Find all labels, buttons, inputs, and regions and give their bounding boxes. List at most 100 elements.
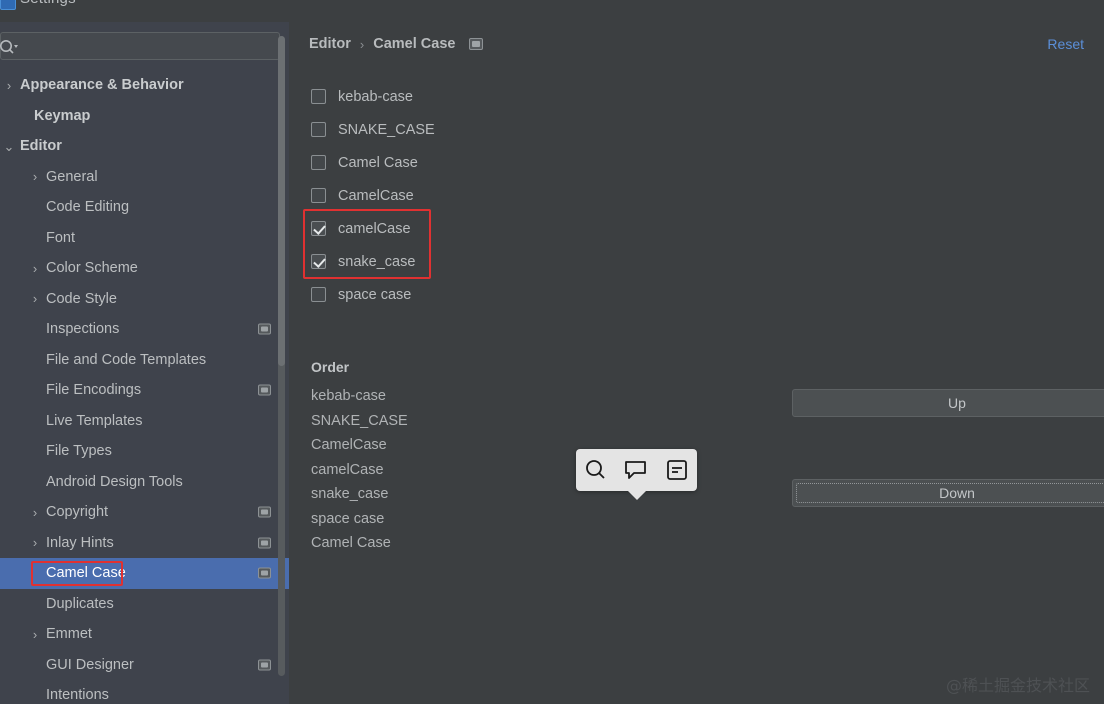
sidebar-item-label: Color Scheme [46,260,138,277]
checkbox-label: kebab-case [338,88,413,105]
sidebar-item-emmet[interactable]: › Emmet [0,619,289,650]
checkbox-row[interactable]: snake_case [311,245,435,278]
order-list-item[interactable]: kebab-case [311,388,408,413]
watermark: @稀土掘金技术社区 [945,676,1090,695]
selection-popup-toolbar[interactable] [576,449,697,491]
checkbox-row[interactable]: space case [311,278,435,311]
reset-link[interactable]: Reset [1047,36,1084,52]
sidebar-item-label: General [46,168,98,185]
sidebar-item-file-types[interactable]: File Types [0,436,289,467]
sidebar-item-inlay-hints[interactable]: › Inlay Hints [0,528,289,559]
order-list-item[interactable]: SNAKE_CASE [311,413,408,438]
sidebar-item-label: Camel Case [46,565,126,582]
checkbox-row[interactable]: kebab-case [311,80,435,113]
sidebar-item-label: Editor [20,138,62,155]
checkbox-label: camelCase [338,220,411,237]
sidebar-item-label: Copyright [46,504,109,521]
app-icon [0,0,16,10]
sidebar-item-label: File Types [46,443,112,460]
sidebar-item-file-and-code-templates[interactable]: File and Code Templates [0,345,289,376]
sidebar-item-label: Keymap [34,107,91,124]
sidebar-item-label: Inspections [46,321,120,338]
sidebar-item-label: File Encodings [46,382,142,399]
search-icon [0,38,19,56]
sidebar-scrollbar-thumb[interactable] [278,36,285,366]
checkbox-snake-case[interactable] [311,122,326,137]
checkbox-camelcase[interactable] [311,221,326,236]
sidebar-item-code-editing[interactable]: Code Editing [0,192,289,223]
checkbox-kebab-case[interactable] [311,89,326,104]
case-options-list: kebab-case SNAKE_CASE Camel Case CamelCase c… [303,80,435,311]
sidebar-item-copyright[interactable]: › Copyright [0,497,289,528]
checkbox-space-case[interactable] [311,287,326,302]
order-list-item[interactable]: CamelCase [311,437,408,462]
project-scope-icon [258,537,271,549]
sidebar-item-duplicates[interactable]: Duplicates [0,589,289,620]
order-list-item[interactable]: camelCase [311,462,408,487]
checkbox-label: snake_case [338,253,416,270]
sidebar-item-label: Live Templates [46,412,143,429]
order-list-item[interactable]: Camel Case [311,535,408,560]
checkbox-row[interactable]: CamelCase [311,179,435,212]
project-scope-icon [258,567,271,579]
order-heading: Order [311,359,350,375]
project-scope-icon[interactable] [469,38,484,50]
sidebar-item-label: Duplicates [46,595,114,612]
sidebar-item-android-design-tools[interactable]: Android Design Tools [0,467,289,498]
project-scope-icon [258,659,271,671]
breadcrumb-root[interactable]: Editor [309,36,351,52]
sidebar-item-gui-designer[interactable]: GUI Designer [0,650,289,681]
chevron-down-icon[interactable]: ⌄ [2,140,16,153]
sidebar-item-label: GUI Designer [46,656,134,673]
sidebar-item-font[interactable]: Font [0,223,289,254]
sidebar-item-intentions[interactable]: Intentions [0,680,289,704]
chevron-right-icon[interactable]: › [28,170,42,183]
chevron-right-icon[interactable]: › [28,506,42,519]
sidebar-item-camel-case[interactable]: Camel Case [0,558,289,589]
chevron-right-icon[interactable]: › [28,262,42,275]
checkbox-row[interactable]: camelCase [311,212,435,245]
project-scope-icon [258,323,271,335]
move-up-button[interactable]: Up [792,389,1104,417]
sidebar-item-color-scheme[interactable]: › Color Scheme [0,253,289,284]
breadcrumb-current: Camel Case [373,36,456,52]
sidebar-item-label: Android Design Tools [46,473,183,490]
order-list-item[interactable]: space case [311,511,408,536]
checkbox-row[interactable]: SNAKE_CASE [311,113,435,146]
sidebar-item-appearance-behavior[interactable]: › Appearance & Behavior [0,70,289,101]
order-list-item[interactable]: snake_case [311,486,408,511]
checkbox-camelcase[interactable] [311,188,326,203]
window-title: Settings [20,0,76,7]
checkbox-row[interactable]: Camel Case [311,146,435,179]
sidebar-item-keymap[interactable]: Keymap [0,101,289,132]
project-scope-icon [258,506,271,518]
popup-pointer [627,490,647,500]
search-field[interactable] [0,32,280,60]
checkbox-label: Camel Case [338,154,418,171]
sidebar-item-label: Intentions [46,687,109,704]
sidebar-item-inspections[interactable]: Inspections [0,314,289,345]
title-bar: Settings [0,0,1104,22]
settings-main-panel: Editor › Camel Case Reset kebab-case SNAK… [289,22,1104,704]
chevron-right-icon[interactable]: › [2,79,16,92]
checkbox-snake-case[interactable] [311,254,326,269]
search-input[interactable] [23,33,273,59]
checkbox-label: SNAKE_CASE [338,121,435,138]
sidebar-item-code-style[interactable]: › Code Style [0,284,289,315]
translate-icon[interactable] [623,457,649,483]
chevron-right-icon[interactable]: › [28,628,42,641]
sidebar-item-label: Appearance & Behavior [20,77,184,94]
settings-window: Settings › Appearance & Behavior Keymap ⌄ Ed… [0,0,1104,704]
sidebar-item-label: Code Style [46,290,117,307]
search-icon[interactable] [583,457,609,483]
chevron-right-icon[interactable]: › [28,292,42,305]
read-aloud-icon[interactable] [664,457,690,483]
chevron-right-icon[interactable]: › [28,536,42,549]
sidebar-item-live-templates[interactable]: Live Templates [0,406,289,437]
checkbox-label: CamelCase [338,187,414,204]
sidebar-item-editor[interactable]: ⌄ Editor [0,131,289,162]
move-down-button[interactable]: Down [792,479,1104,507]
sidebar-item-file-encodings[interactable]: File Encodings [0,375,289,406]
checkbox-camel-case[interactable] [311,155,326,170]
sidebar-item-general[interactable]: › General [0,162,289,193]
